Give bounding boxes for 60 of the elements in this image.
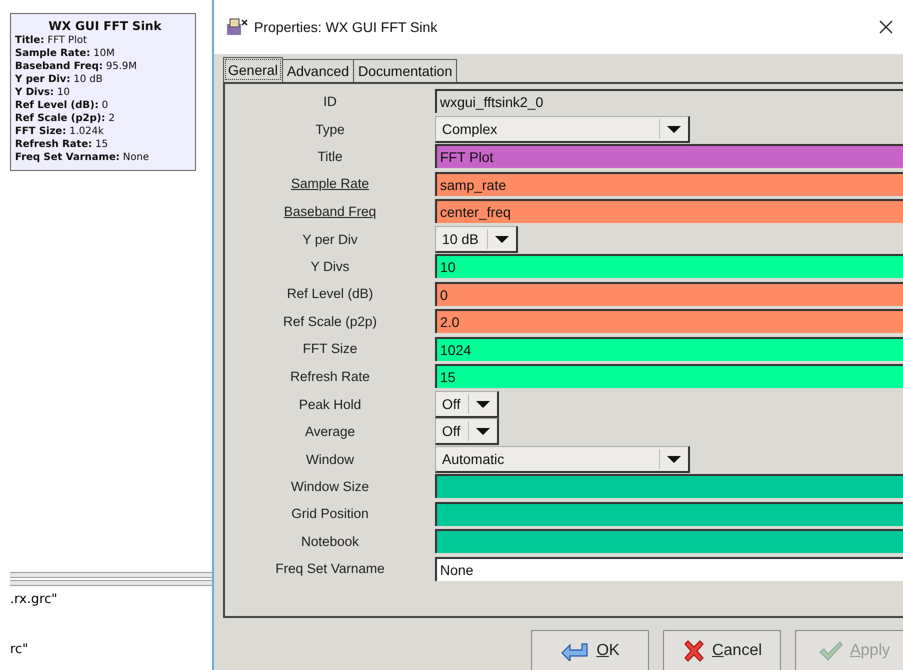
input-field[interactable]: samp_rate	[435, 172, 903, 196]
cross-icon	[682, 638, 706, 662]
param-label: FFT Size	[302, 341, 358, 356]
param-label: Title	[316, 148, 344, 164]
block-param: Ref Scale (p2p): 2	[15, 112, 116, 125]
ok-button[interactable]: OK	[531, 630, 649, 670]
input-field[interactable]: 15	[435, 364, 903, 388]
param-label: Y Divs	[310, 258, 350, 274]
block-param: Ref Level (dB): 0	[15, 99, 110, 112]
block-param: Baseband Freq: 95.9M	[15, 60, 138, 73]
input-field[interactable]	[435, 502, 903, 526]
param-label: Baseband Freq	[282, 204, 378, 219]
console-line: rc"	[9, 642, 30, 659]
tab[interactable]: Advanced	[282, 59, 354, 82]
dropdown[interactable]: Off	[435, 390, 500, 418]
input-field[interactable]: 2.0	[435, 309, 903, 334]
param-label: Y per Div	[301, 232, 359, 246]
dropdown[interactable]: Automatic	[435, 446, 690, 472]
close-icon[interactable]	[879, 20, 893, 34]
param-label: Window Size	[290, 478, 370, 494]
param-label: Ref Level (dB)	[286, 286, 374, 302]
param-label: Sample Rate	[290, 176, 370, 192]
param-label: Grid Position	[290, 506, 370, 522]
param-label: Window	[304, 452, 355, 466]
param-label: Ref Scale (p2p)	[282, 314, 378, 329]
input-field[interactable]: 0	[435, 282, 903, 306]
input-field[interactable]: 10	[435, 254, 903, 278]
input-field[interactable]	[435, 474, 903, 498]
dropdown[interactable]: 10 dB	[435, 226, 518, 252]
input-field[interactable]: center_freq	[435, 199, 903, 224]
arrow-icon	[560, 640, 590, 660]
block-param: FFT Size: 1.024k	[15, 125, 105, 138]
block-param: Refresh Rate: 15	[15, 138, 110, 151]
input-field[interactable]	[435, 529, 903, 554]
cancel-button[interactable]: Cancel	[663, 630, 781, 670]
param-label: Refresh Rate	[289, 368, 371, 384]
dropdown[interactable]: Off	[435, 418, 500, 445]
param-label: Average	[304, 424, 356, 439]
block-title: WX GUI FFT Sink	[48, 18, 162, 34]
param-label: Freq Set Varname	[274, 561, 386, 576]
param-label: Notebook	[300, 534, 360, 549]
dropdown[interactable]: Complex	[435, 116, 690, 142]
console-line: .rx.grc"	[9, 592, 58, 609]
param-label: ID	[322, 94, 338, 109]
input-field[interactable]: None	[435, 556, 903, 581]
block-param: Freq Set Varname: None	[15, 151, 150, 164]
param-label: Type	[314, 122, 346, 136]
window-title: Properties: WX GUI FFT Sink	[254, 19, 438, 35]
input-field[interactable]: wxgui_fftsink2_0	[435, 89, 903, 114]
checkmark-icon	[818, 640, 844, 662]
block-param: Sample Rate: 10M	[15, 47, 116, 60]
block-param: Y per Div: 10 dB	[15, 73, 104, 86]
input-field[interactable]: FFT Plot	[435, 144, 903, 168]
tab[interactable]: General	[223, 57, 283, 82]
block-param: Title: FFT Plot	[15, 34, 88, 47]
block-param: Y Divs: 10	[15, 86, 71, 99]
tab[interactable]: Documentation	[354, 59, 458, 82]
input-field[interactable]: 1024	[435, 336, 903, 361]
param-label: Peak Hold	[298, 396, 362, 412]
window-icon	[226, 18, 248, 36]
